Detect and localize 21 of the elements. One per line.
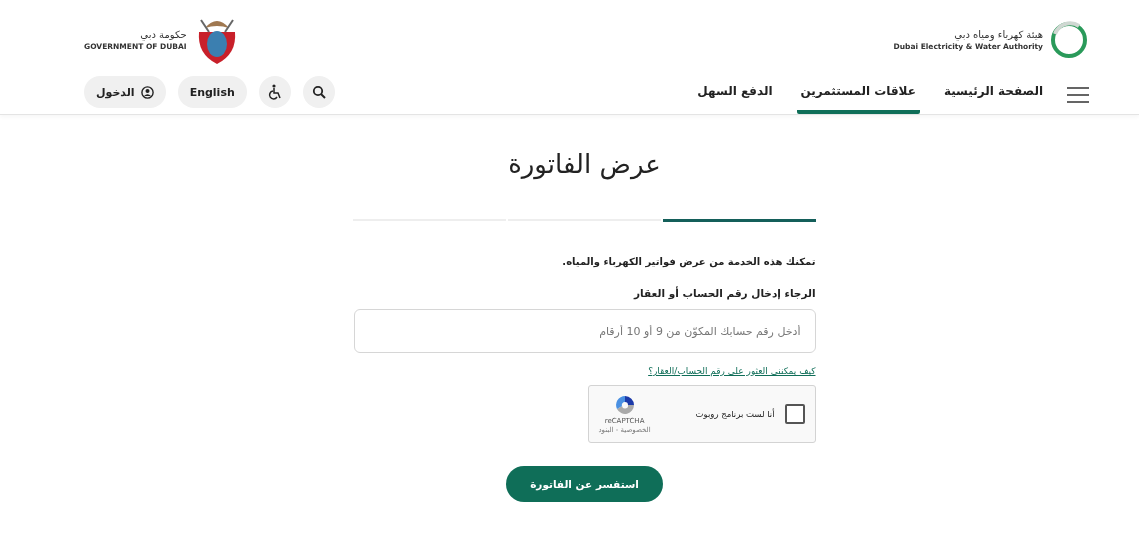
nav-tab[interactable]: الدفع السهل [693, 76, 777, 114]
government-name-arabic: حكومة دبي [140, 29, 187, 40]
search-button[interactable] [302, 76, 335, 108]
nav-tab[interactable]: الصفحة الرئيسية [939, 76, 1047, 114]
help-link[interactable]: كيف يمكنني العثور على رقم الحساب/العقار؟ [353, 366, 816, 376]
submit-button[interactable]: استفسر عن الفاتورة [506, 466, 663, 502]
authority-name-arabic: هيئة كهرباء ومياه دبي [954, 29, 1043, 40]
language-button[interactable]: English [177, 76, 247, 108]
login-button[interactable]: الدخول [84, 76, 166, 108]
accessibility-button[interactable] [258, 76, 291, 108]
user-icon [140, 85, 154, 99]
captcha-label: أنا لست برنامج روبوت [695, 409, 775, 419]
intro-text: تمكنك هذه الخدمة من عرض فواتير الكهرباء والمياه. [561, 256, 816, 267]
nav-tab[interactable]: علاقات المستثمرين [796, 76, 920, 114]
wheelchair-icon [267, 84, 282, 100]
menu-icon[interactable] [1067, 87, 1089, 103]
search-icon [311, 85, 326, 99]
field-label: الرجاء إدخال رقم الحساب أو العقار [632, 287, 816, 299]
ring-logo-icon [1049, 20, 1089, 60]
page-title: عرض الفاتورة [507, 149, 662, 179]
captcha-checkbox[interactable] [784, 404, 805, 424]
